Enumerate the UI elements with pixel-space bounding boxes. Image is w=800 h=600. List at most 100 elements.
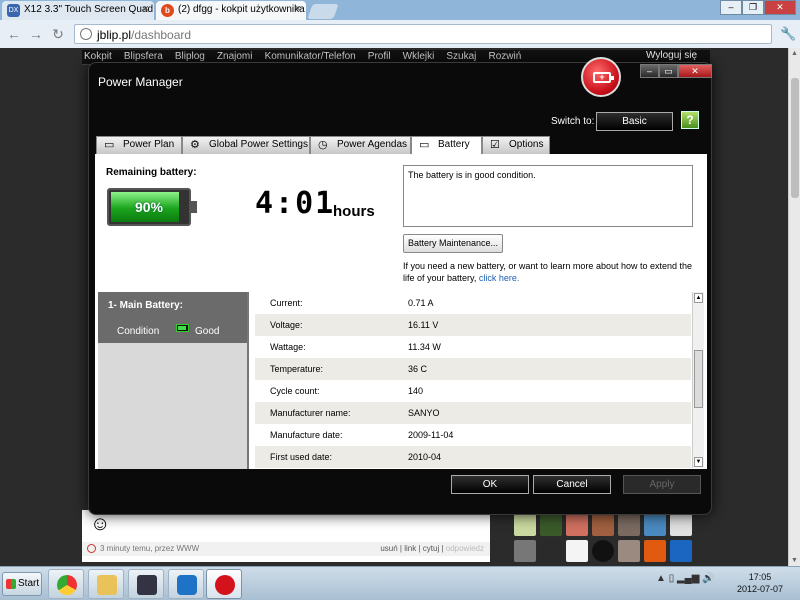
battery-list-item[interactable]: 1- Main Battery: Condition Good — [98, 292, 247, 343]
teamviewer-icon — [177, 575, 197, 595]
property-row: First used date: 2010-04 — [255, 446, 691, 468]
nav-blipsfera[interactable]: Blipsfera — [124, 51, 163, 62]
forward-arrow-icon[interactable]: → — [28, 26, 44, 42]
avatar[interactable] — [566, 514, 588, 536]
nav-kokpit[interactable]: Kokpit — [84, 51, 112, 62]
battery-name: 1- Main Battery: — [108, 300, 184, 311]
scroll-up-icon[interactable]: ▲ — [791, 50, 798, 57]
tab-battery[interactable]: ▭ Battery — [411, 136, 482, 155]
nav-komunikator[interactable]: Komunikator/Telefon — [265, 51, 356, 62]
nav-znajomi[interactable]: Znajomi — [217, 51, 253, 62]
clock-date: 2012-07-07 — [736, 584, 784, 594]
minimize-icon[interactable]: – — [640, 64, 659, 78]
battery-maintenance-button[interactable]: Battery Maintenance... — [403, 234, 503, 253]
avatar[interactable] — [618, 540, 640, 562]
logout-link[interactable]: Wyloguj się — [646, 50, 697, 61]
help-text-body: If you need a new battery, or want to le… — [403, 261, 693, 283]
close-window-icon[interactable]: ✕ — [764, 0, 796, 15]
nav-bliplog[interactable]: Bliplog — [175, 51, 205, 62]
system-clock[interactable]: 17:05 2012-07-07 — [730, 571, 790, 595]
properties-scrollbar[interactable]: ▲ ▼ — [692, 292, 704, 468]
taskbar-snipping[interactable] — [128, 569, 164, 599]
avatar[interactable] — [566, 540, 588, 562]
scroll-up-icon[interactable]: ▲ — [694, 293, 703, 303]
tray-signal-icon[interactable]: ▂▄▆ — [677, 573, 699, 584]
avatar[interactable] — [644, 514, 666, 536]
property-label: Manufacturer name: — [270, 408, 351, 418]
condition-value: Good — [195, 326, 220, 337]
maximize-icon[interactable]: ❐ — [742, 0, 764, 15]
battery-terminal — [191, 201, 197, 213]
browser-tab-dx[interactable]: DX X12 3.3" Touch Screen Quad × — [2, 1, 154, 20]
nav-profil[interactable]: Profil — [368, 51, 391, 62]
minimize-icon[interactable]: – — [720, 0, 742, 15]
avatar[interactable] — [592, 540, 614, 562]
browser-tab-jblip[interactable]: b (2) dfgg - kokpit użytkownika × — [156, 1, 306, 20]
scroll-down-icon[interactable]: ▼ — [694, 457, 703, 467]
avatar[interactable] — [670, 514, 692, 536]
address-bar[interactable]: jblip.pl/dashboard — [74, 24, 772, 44]
browser-tab-label: X12 3.3" Touch Screen Quad — [24, 4, 154, 15]
clock-time: 17:05 — [748, 572, 772, 582]
apply-button[interactable]: Apply — [623, 475, 701, 494]
start-button[interactable]: Start — [2, 572, 42, 596]
permalink-link[interactable]: link — [404, 544, 416, 553]
battery-status-box: The battery is in good condition. — [403, 165, 693, 227]
taskbar-explorer[interactable] — [88, 569, 124, 599]
tab-power-plan[interactable]: ▭ Power Plan — [96, 136, 182, 154]
nav-wklejki[interactable]: Wklejki — [403, 51, 435, 62]
close-icon[interactable]: × — [143, 3, 149, 15]
ok-button[interactable]: OK — [451, 475, 529, 494]
property-label: Current: — [270, 298, 303, 308]
close-icon[interactable]: × — [295, 3, 301, 15]
time-unit: hours — [333, 203, 375, 220]
help-icon[interactable]: ? — [681, 111, 699, 129]
quote-link[interactable]: cytuj — [423, 544, 439, 553]
avatar[interactable] — [644, 540, 666, 562]
cancel-button[interactable]: Cancel — [533, 475, 611, 494]
page-scrollbar[interactable]: ▲ ▼ — [788, 48, 800, 566]
maximize-icon[interactable]: ▭ — [659, 64, 678, 78]
avatar[interactable] — [540, 540, 562, 562]
new-tab-button[interactable] — [307, 4, 339, 19]
tray-volume-icon[interactable]: 🔊 — [702, 573, 714, 584]
tab-options[interactable]: ☑ Options — [482, 136, 550, 154]
taskbar-chrome[interactable] — [48, 569, 84, 599]
tray-battery-icon[interactable]: ▯ — [669, 573, 675, 584]
wrench-icon[interactable]: 🔧 — [780, 26, 796, 42]
avatar[interactable] — [514, 514, 536, 536]
property-row: Manufacturer name: SANYO — [255, 402, 691, 424]
delete-link[interactable]: usuń — [380, 544, 397, 553]
nav-szukaj[interactable]: Szukaj — [446, 51, 476, 62]
tab-power-agendas[interactable]: ◷ Power Agendas — [310, 136, 411, 154]
close-icon[interactable]: ✕ — [678, 64, 712, 78]
start-label: Start — [18, 578, 40, 589]
dx-favicon-icon: DX — [7, 4, 20, 17]
reload-icon[interactable]: ↻ — [50, 26, 66, 42]
switch-basic-button[interactable]: Basic — [596, 112, 673, 131]
back-arrow-icon[interactable]: ← — [6, 26, 22, 42]
avatar[interactable] — [670, 540, 692, 562]
avatar[interactable] — [540, 514, 562, 536]
taskbar-teamviewer[interactable] — [168, 569, 204, 599]
avatar[interactable] — [592, 514, 614, 536]
tray-expand-icon[interactable]: ▲ — [656, 573, 666, 584]
tab-global-power-settings[interactable]: ⚙ Global Power Settings — [182, 136, 310, 154]
url-path: /dashboard — [131, 28, 192, 42]
post-actions: usuń | link | cytuj | odpowiedz — [380, 544, 484, 553]
tab-label: Options — [509, 139, 544, 150]
reply-link[interactable]: odpowiedz — [446, 544, 484, 553]
scroll-thumb[interactable] — [694, 350, 703, 408]
battery-plan-icon: ▭ — [104, 139, 115, 151]
nav-rozwin[interactable]: Rozwiń — [488, 51, 521, 62]
avatar[interactable] — [618, 514, 640, 536]
scroll-down-icon[interactable]: ▼ — [791, 557, 798, 564]
taskbar-power-manager[interactable] — [206, 569, 242, 599]
property-label: Cycle count: — [270, 386, 320, 396]
property-value: 2010-04 — [408, 452, 442, 462]
scroll-thumb[interactable] — [791, 78, 799, 198]
click-here-link[interactable]: click here. — [479, 273, 520, 283]
avatar[interactable] — [514, 540, 536, 562]
post-footer: 3 minuty temu, przez WWW usuń | link | c… — [82, 542, 490, 556]
property-label: Wattage: — [270, 342, 306, 352]
